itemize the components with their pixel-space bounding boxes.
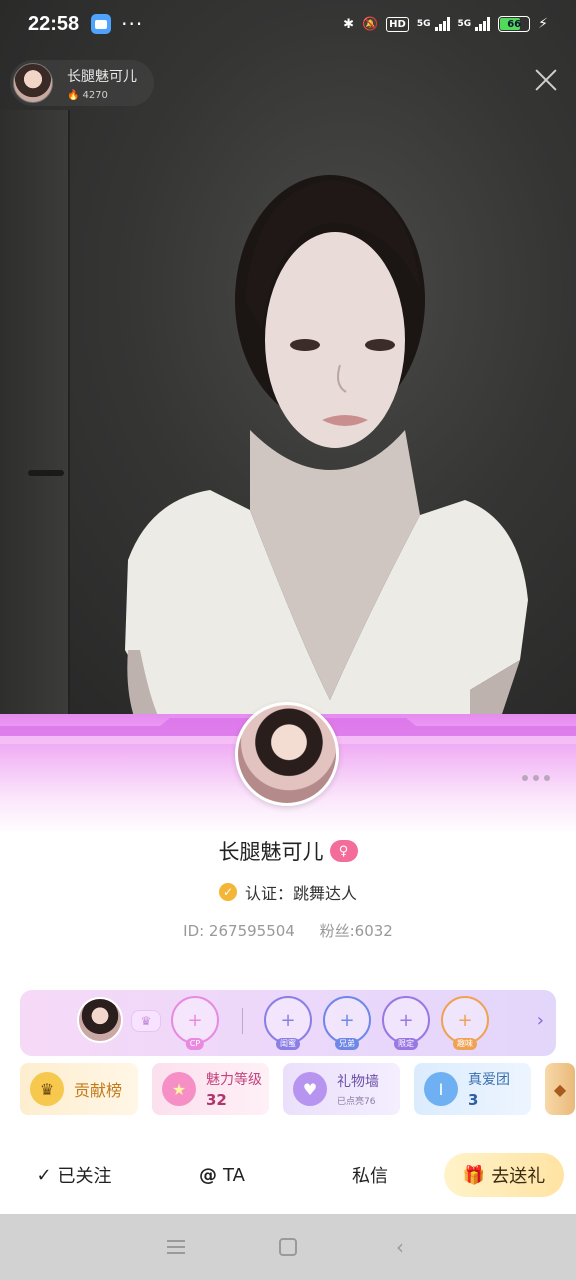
plus-icon: + — [187, 1009, 203, 1031]
recent-apps-button[interactable] — [156, 1227, 196, 1267]
charm-level-value: 32 — [206, 1091, 227, 1109]
home-button[interactable] — [268, 1227, 308, 1267]
relation-slot-fun[interactable]: + 趣味 — [441, 996, 489, 1050]
home-icon — [279, 1238, 297, 1256]
followed-button[interactable]: ✓ 已关注 — [0, 1162, 148, 1188]
verified-icon: ✓ — [218, 883, 237, 901]
charm-level-card[interactable]: ★ 魅力等级 32 — [152, 1063, 269, 1115]
host-avatar[interactable] — [13, 63, 53, 103]
fans-count: 粉丝:6032 — [319, 922, 393, 940]
heart-icon: ♥ — [293, 1072, 327, 1106]
at-icon: @ — [199, 1164, 218, 1186]
profile-ids: ID: 267595504 粉丝:6032 — [0, 920, 576, 941]
back-icon: ‹ — [396, 1235, 404, 1259]
plus-icon: + — [398, 1009, 414, 1031]
battery-level: 66 — [507, 18, 522, 30]
host-info-chip[interactable]: 长腿魅可儿 🔥 4270 — [10, 60, 154, 106]
plus-icon: + — [457, 1009, 473, 1031]
hd-badge: HD — [386, 16, 409, 32]
host-popularity: 🔥 4270 — [67, 90, 137, 101]
popularity-value: 4270 — [82, 89, 108, 101]
crown-icon: ♛ — [131, 1010, 161, 1032]
more-card[interactable]: ◆ — [545, 1063, 575, 1115]
relation-tag: 闺蜜 — [276, 1038, 300, 1050]
host-name: 长腿魅可儿 — [67, 68, 137, 85]
close-icon[interactable] — [532, 66, 560, 94]
mention-button[interactable]: @ TA — [148, 1165, 296, 1186]
status-time: 22:58 — [28, 12, 80, 35]
charging-icon: ⚡ — [538, 16, 548, 32]
streamer-figure — [125, 175, 528, 720]
action-bar: ✓ 已关注 @ TA 私信 🎁 去送礼 — [0, 1136, 576, 1214]
status-indicators: ✱ 🔕 HD 5G 5G 66 ⚡ — [343, 16, 548, 32]
gift-wall-card[interactable]: ♥ 礼物墙 已点亮76 — [283, 1063, 400, 1115]
back-button[interactable]: ‹ — [380, 1227, 420, 1267]
fan-club-label: 真爱团 — [468, 1072, 510, 1088]
plus-icon: + — [280, 1009, 296, 1031]
fan-club-card[interactable]: Ⅰ 真爱团 3 — [414, 1063, 531, 1115]
relationship-self-avatar[interactable] — [77, 997, 123, 1043]
followed-label: 已关注 — [57, 1166, 112, 1187]
signal-icon — [475, 17, 491, 31]
checkmark-icon: ✓ — [36, 1164, 52, 1186]
charm-level-label: 魅力等级 — [206, 1072, 262, 1088]
female-gender-icon: ♀ — [329, 840, 358, 862]
bluetooth-icon: ✱ — [343, 16, 354, 32]
gift-icon: 🎁 — [462, 1164, 486, 1186]
relation-tag: 趣味 — [453, 1038, 477, 1050]
system-nav-bar: ‹ — [0, 1214, 576, 1280]
star-icon: ★ — [162, 1072, 196, 1106]
relationship-strip: ♛ + CP + 闺蜜 + 兄弟 + 限定 + 趣味 › — [20, 990, 556, 1056]
contribution-label: 贡献榜 — [74, 1081, 123, 1100]
gift-wall-count: 已点亮76 — [337, 1097, 376, 1107]
gift-wall-label: 礼物墙 — [337, 1074, 379, 1090]
mute-icon: 🔕 — [361, 16, 379, 32]
message-button[interactable]: 私信 — [296, 1162, 444, 1188]
relation-slot-brother[interactable]: + 兄弟 — [323, 996, 371, 1050]
relation-slot-bestie[interactable]: + 闺蜜 — [264, 996, 312, 1050]
flame-icon: 🔥 — [67, 89, 80, 101]
send-gift-label: 去送礼 — [491, 1166, 546, 1187]
menu-icon — [167, 1240, 185, 1254]
notification-app-icon — [91, 14, 112, 34]
user-id[interactable]: ID: 267595504 — [183, 922, 295, 940]
fan-club-badge-icon: Ⅰ — [424, 1072, 458, 1106]
send-gift-button[interactable]: 🎁 去送礼 — [444, 1153, 564, 1197]
mention-label: TA — [223, 1164, 245, 1186]
relation-slot-limited[interactable]: + 限定 — [382, 996, 430, 1050]
relation-tag: 限定 — [394, 1038, 418, 1050]
profile-avatar[interactable] — [235, 702, 339, 806]
plus-icon: + — [339, 1009, 355, 1031]
divider — [242, 1008, 243, 1034]
relation-tag: CP — [185, 1038, 205, 1050]
profile-name: 长腿魅可儿 — [218, 840, 324, 864]
signal-icon — [434, 17, 450, 31]
network-label-b: 5G — [457, 18, 472, 29]
fan-club-value: 3 — [468, 1091, 479, 1109]
trophy-icon: ♛ — [30, 1072, 64, 1106]
badge-icon: ◆ — [553, 1079, 567, 1099]
network-label-a: 5G — [416, 18, 431, 29]
more-notifications-icon: ··· — [121, 12, 144, 36]
relation-tag: 兄弟 — [335, 1038, 359, 1050]
more-options-icon[interactable] — [522, 770, 554, 786]
contribution-card[interactable]: ♛ 贡献榜 — [20, 1063, 138, 1115]
status-bar: 22:58 ··· ✱ 🔕 HD 5G 5G 66 ⚡ — [0, 0, 576, 48]
relation-slot-cp[interactable]: + CP — [171, 996, 219, 1050]
chevron-right-icon[interactable]: › — [537, 1010, 544, 1031]
message-label: 私信 — [352, 1166, 388, 1187]
feature-cards: ♛ 贡献榜 ★ 魅力等级 32 ♥ 礼物墙 已点亮76 Ⅰ 真爱团 3 ◆ — [20, 1063, 576, 1115]
verification-label: 认证：跳舞达人 — [244, 884, 357, 903]
live-video-frame — [0, 0, 576, 720]
battery-icon: 66 — [498, 16, 531, 32]
